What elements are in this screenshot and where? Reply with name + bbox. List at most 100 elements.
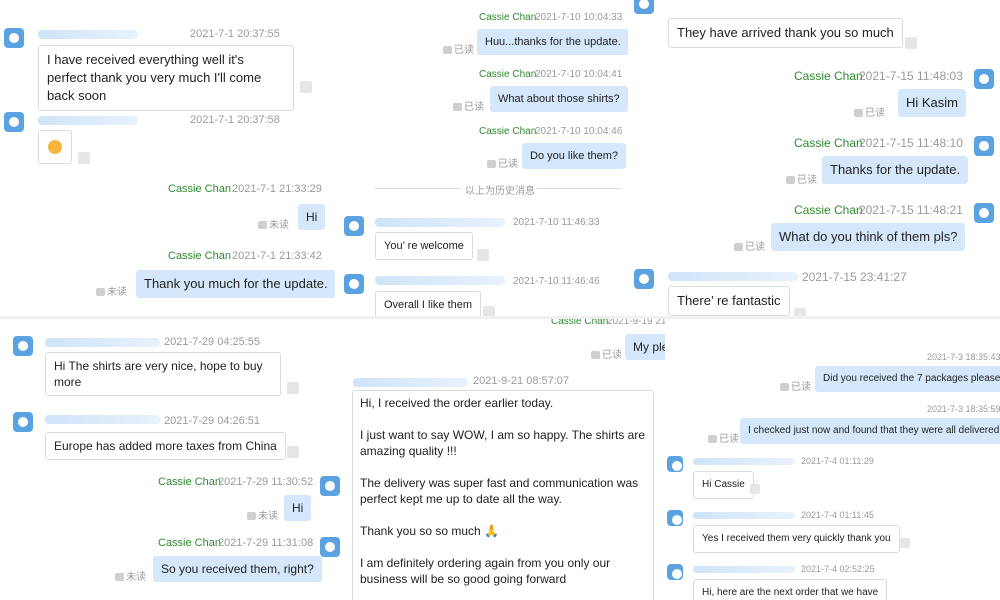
sender-name (668, 272, 798, 281)
status-icon (287, 446, 299, 458)
message-bubble[interactable]: Hi Kasim (898, 89, 967, 117)
message-paragraph: The delivery was super fast and communic… (360, 476, 639, 506)
contact-avatar[interactable] (13, 412, 33, 432)
message-bubble[interactable]: Did you received the 7 packages please? (815, 366, 1000, 392)
message-time: 2021-7-3 18:35:43 (927, 352, 1000, 362)
read-status: 已读 (708, 430, 739, 445)
read-status: 已读 (786, 171, 817, 186)
sender-name (45, 338, 160, 347)
sender-name: Cassie Chan (168, 183, 231, 195)
message-bubble[interactable]: You’ re welcome (375, 232, 473, 260)
read-status: 未读 (247, 507, 278, 522)
contact-avatar[interactable] (4, 112, 24, 132)
status-icon (300, 81, 312, 93)
contact-avatar[interactable] (667, 510, 683, 526)
message-time: 2021-7-10 10:04:41 (535, 69, 623, 80)
sender-name: Cassie Chan (479, 69, 537, 80)
message-time: 2021-7-29 04:25:55 (164, 336, 261, 348)
message-bubble-long[interactable]: Hi, I received the order earlier today. … (352, 390, 654, 600)
message-bubble[interactable]: They have arrived thank you so much (668, 18, 903, 48)
read-status: 已读 (453, 98, 484, 113)
message-time: 2021-7-15 23:41:27 (802, 270, 907, 284)
message-time: 2021-7-10 11:46:33 (513, 217, 600, 228)
message-bubble[interactable]: Thank you much for the update. (136, 270, 335, 298)
message-bubble[interactable]: Huu...thanks for the update. (477, 29, 628, 55)
chat-panel-1: 2021-7-1 20:37:55 I have received everyt… (0, 0, 335, 318)
message-time: 2021-7-29 11:30:52 (218, 476, 314, 488)
message-bubble[interactable]: Do you like them? (522, 143, 627, 169)
history-divider-label: 以上为历史消息 (465, 186, 535, 197)
message-bubble[interactable]: Europe has added more taxes from China (45, 432, 286, 460)
own-avatar[interactable] (320, 537, 340, 557)
status-icon (900, 538, 910, 548)
message-text: Thank you so so much (360, 524, 481, 538)
message-paragraph: Thank you so so much 🙏 (360, 523, 646, 539)
sender-name: Cassie Chan (479, 126, 537, 137)
sender-name (38, 30, 138, 39)
read-status: 已读 (591, 346, 622, 361)
message-bubble[interactable]: I checked just now and found that they w… (740, 418, 1000, 444)
message-time: 2021-7-1 21:33:42 (232, 250, 322, 262)
chat-panel-5: Cassie Chan 2021-9-19 21:09:45 已读 My ple… (345, 318, 665, 600)
message-bubble[interactable]: There’ re fantastic (668, 286, 790, 316)
message-bubble[interactable]: I have received everything well it's per… (38, 45, 294, 111)
message-bubble[interactable]: Yes I received them very quickly thank y… (693, 525, 900, 553)
sender-name: Cassie Chan (158, 537, 221, 549)
own-avatar[interactable] (320, 476, 340, 496)
contact-avatar[interactable] (634, 269, 654, 289)
contact-avatar[interactable] (344, 274, 364, 294)
message-time: 2021-7-1 20:37:55 (190, 28, 280, 40)
message-time: 2021-7-4 01:11:45 (801, 510, 874, 520)
own-avatar[interactable] (974, 136, 994, 156)
read-status: 未读 (258, 216, 289, 231)
message-bubble[interactable]: Hi The shirts are very nice, hope to buy… (45, 352, 281, 396)
message-bubble[interactable]: So you received them, right? (153, 556, 322, 582)
sender-name (353, 378, 468, 387)
praying-hands-icon: 🙏 (484, 524, 500, 538)
contact-avatar[interactable] (667, 564, 683, 580)
message-bubble[interactable]: What about those shirts? (490, 86, 628, 112)
message-bubble[interactable]: My pleasure (625, 334, 665, 360)
contact-avatar[interactable] (4, 28, 24, 48)
message-bubble[interactable]: Hi Cassie (693, 471, 754, 499)
read-status: 已读 (443, 41, 474, 56)
message-time: 2021-7-3 18:35:59 (927, 404, 1000, 414)
read-status: 已读 (487, 155, 518, 170)
message-time: 2021-9-19 21:09:45 (607, 318, 665, 327)
contact-avatar[interactable] (344, 216, 364, 236)
message-bubble[interactable]: Hi, here are the next order that we have (693, 579, 888, 600)
message-time: 2021-7-29 11:31:08 (218, 537, 314, 549)
sender-name: Cassie Chan (794, 136, 863, 150)
message-time: 2021-7-1 20:37:58 (190, 114, 280, 126)
sender-name: Cassie Chan (158, 476, 221, 488)
message-bubble[interactable]: Thanks for the update. (822, 156, 969, 184)
own-avatar[interactable] (974, 203, 994, 223)
message-bubble-emoji[interactable] (38, 130, 72, 164)
sender-name: Cassie Chan (168, 250, 231, 262)
sender-name (693, 458, 795, 465)
chat-panel-6: 2021-7-3 18:35:43 已读 Did you received th… (665, 318, 1000, 600)
message-time: 2021-7-4 01:11:29 (801, 456, 874, 466)
contact-avatar[interactable] (667, 456, 683, 472)
contact-avatar[interactable] (13, 336, 33, 356)
message-time: 2021-7-29 04:26:51 (164, 415, 261, 427)
contact-avatar[interactable] (634, 0, 654, 14)
message-bubble[interactable]: What do you think of them pls? (771, 223, 966, 251)
message-bubble[interactable]: Hi (298, 204, 326, 230)
panel-separator (0, 316, 1000, 319)
own-avatar[interactable] (974, 69, 994, 89)
message-bubble[interactable]: Hi (284, 495, 312, 521)
read-status: 未读 (96, 283, 127, 298)
message-time: 2021-7-15 11:48:10 (859, 136, 963, 150)
message-time: 2021-9-21 08:57:07 (473, 375, 570, 387)
sender-name: Cassie Chan (794, 203, 863, 217)
read-status: 未读 (115, 568, 146, 583)
message-paragraph: Hi, I received the order earlier today. (360, 396, 554, 410)
sender-name (693, 566, 795, 573)
sender-name: Cassie Chan (479, 12, 537, 23)
message-time: 2021-7-15 11:48:21 (859, 203, 963, 217)
message-bubble[interactable]: Overall I like them (375, 291, 482, 318)
sender-name: Cassie Chan (551, 318, 609, 327)
sender-name (375, 276, 505, 285)
message-time: 2021-7-10 10:04:33 (535, 12, 623, 23)
